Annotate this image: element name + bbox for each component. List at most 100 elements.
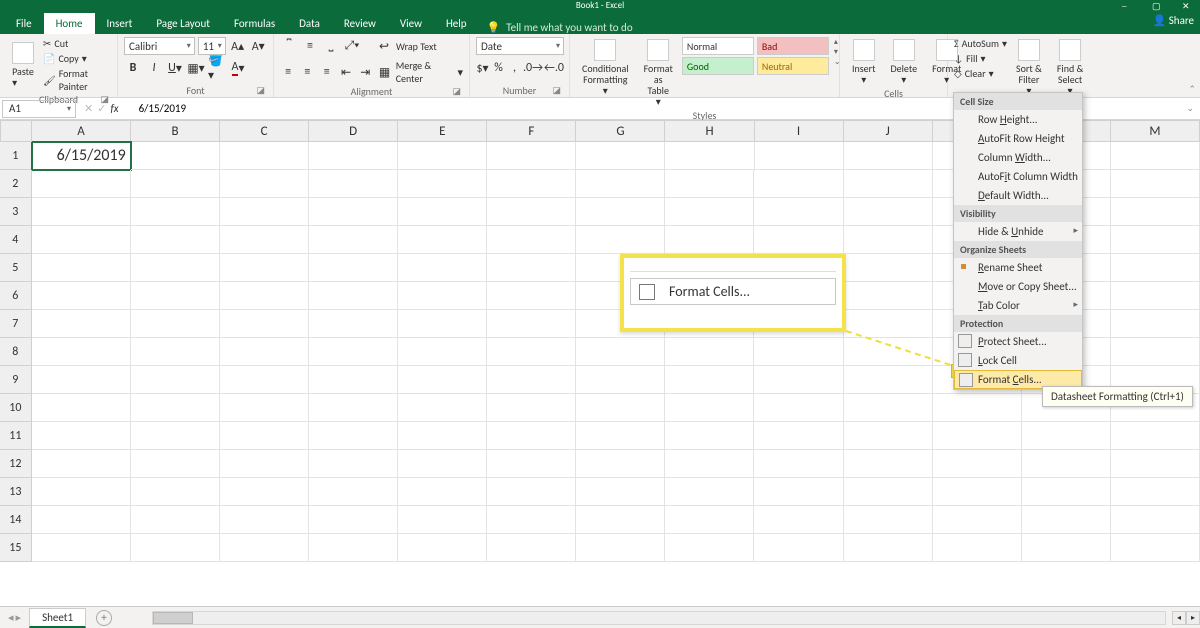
cell[interactable]	[398, 198, 487, 226]
cell[interactable]	[220, 170, 309, 198]
column-header[interactable]: H	[665, 120, 754, 142]
cell[interactable]	[754, 506, 843, 534]
number-dialog-icon[interactable]: ◪	[552, 85, 561, 96]
cell[interactable]	[665, 394, 754, 422]
increase-indent-icon[interactable]: ⇥	[357, 63, 373, 81]
cell[interactable]	[131, 394, 220, 422]
tab-formulas[interactable]: Formulas	[222, 13, 287, 34]
row-header[interactable]: 9	[0, 366, 32, 394]
cell[interactable]	[933, 478, 1022, 506]
font-color-button[interactable]: A▾	[229, 59, 247, 77]
cell[interactable]	[220, 254, 309, 282]
cell[interactable]	[32, 170, 131, 198]
number-format-select[interactable]: Date	[476, 37, 564, 55]
fx-icon[interactable]: fx	[110, 102, 118, 115]
fill-button[interactable]: ↓ Fill ▾	[954, 52, 1007, 65]
cell[interactable]	[844, 338, 933, 366]
tell-me[interactable]: 💡 Tell me what you want to do	[487, 21, 633, 34]
cell[interactable]	[131, 450, 220, 478]
cell[interactable]	[32, 422, 131, 450]
cell[interactable]	[844, 478, 933, 506]
row-header[interactable]: 13	[0, 478, 32, 506]
cell[interactable]	[844, 394, 933, 422]
cell[interactable]	[844, 198, 933, 226]
cell[interactable]	[309, 170, 398, 198]
cell[interactable]	[576, 422, 665, 450]
column-header[interactable]: F	[487, 120, 576, 142]
cell[interactable]	[487, 170, 576, 198]
column-header[interactable]: J	[844, 120, 933, 142]
column-header[interactable]: C	[220, 120, 309, 142]
cell[interactable]	[1022, 450, 1111, 478]
cell[interactable]	[1111, 170, 1200, 198]
italic-button[interactable]: I	[145, 59, 163, 77]
cell[interactable]	[32, 450, 131, 478]
cell[interactable]	[309, 394, 398, 422]
row-header[interactable]: 5	[0, 254, 32, 282]
clear-button[interactable]: ◇ Clear ▾	[954, 67, 1007, 80]
delete-cells-button[interactable]: Delete▾	[885, 37, 924, 87]
align-right-icon[interactable]: ≡	[319, 63, 335, 81]
cell[interactable]	[576, 198, 665, 226]
cell[interactable]	[398, 478, 487, 506]
tab-pagelayout[interactable]: Page Layout	[144, 13, 222, 34]
clipboard-dialog-icon[interactable]: ◪	[100, 94, 109, 105]
menu-item[interactable]: Lock Cell	[954, 351, 1082, 370]
cell[interactable]	[309, 450, 398, 478]
share-button[interactable]: 👤 Share	[1153, 14, 1194, 27]
cell[interactable]	[309, 338, 398, 366]
cell[interactable]	[309, 198, 398, 226]
cell[interactable]	[309, 422, 398, 450]
cell[interactable]	[398, 338, 487, 366]
column-header[interactable]: A	[32, 120, 131, 142]
cell[interactable]	[32, 226, 131, 254]
cell[interactable]	[32, 394, 131, 422]
menu-item[interactable]: Column Width...	[954, 148, 1082, 167]
orientation-icon[interactable]: ⤢▾	[343, 37, 361, 55]
cell[interactable]	[32, 478, 131, 506]
cell[interactable]	[487, 534, 576, 562]
cell[interactable]	[487, 142, 576, 170]
tab-help[interactable]: Help	[434, 13, 479, 34]
cell[interactable]	[309, 254, 398, 282]
cell[interactable]	[844, 254, 933, 282]
align-middle-icon[interactable]: ≡	[301, 37, 319, 55]
cell[interactable]	[32, 534, 131, 562]
cell[interactable]	[1022, 534, 1111, 562]
row-header[interactable]: 8	[0, 338, 32, 366]
format-painter-button[interactable]: 🖌 Format Painter	[43, 67, 111, 93]
align-top-icon[interactable]: ⎴	[280, 37, 298, 55]
cell[interactable]	[398, 282, 487, 310]
collapse-ribbon-icon[interactable]: ⌃	[1188, 84, 1196, 95]
cell[interactable]	[220, 198, 309, 226]
cell[interactable]	[754, 394, 843, 422]
cell[interactable]	[220, 142, 309, 170]
cell[interactable]	[398, 394, 487, 422]
cell[interactable]	[754, 422, 843, 450]
row-header[interactable]: 6	[0, 282, 32, 310]
cell[interactable]	[665, 478, 754, 506]
cell[interactable]	[220, 338, 309, 366]
currency-icon[interactable]: $▾	[476, 59, 489, 77]
cell[interactable]	[1111, 282, 1200, 310]
cell[interactable]	[1111, 506, 1200, 534]
copy-button[interactable]: 📄 Copy ▾	[43, 52, 111, 65]
select-all-corner[interactable]	[0, 120, 32, 142]
cell[interactable]	[576, 142, 665, 170]
column-header[interactable]: I	[755, 120, 844, 142]
cell[interactable]	[398, 310, 487, 338]
cell[interactable]	[32, 366, 131, 394]
cell[interactable]	[487, 282, 576, 310]
row-header[interactable]: 10	[0, 394, 32, 422]
cell[interactable]	[131, 198, 220, 226]
callout-item[interactable]: Format Cells...	[630, 278, 836, 305]
cell[interactable]	[1111, 198, 1200, 226]
cell[interactable]	[576, 534, 665, 562]
tab-home[interactable]: Home	[44, 13, 95, 34]
cell[interactable]	[220, 226, 309, 254]
cell[interactable]	[131, 478, 220, 506]
cell[interactable]	[220, 450, 309, 478]
sort-filter-button[interactable]: Sort & Filter▾	[1010, 37, 1048, 98]
cell[interactable]	[1111, 534, 1200, 562]
border-button[interactable]: ▦▾	[187, 59, 205, 77]
